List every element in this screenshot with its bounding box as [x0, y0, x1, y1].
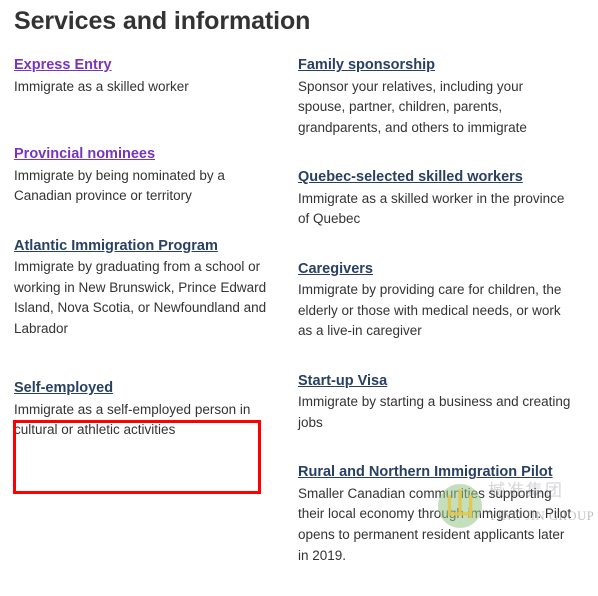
service-link[interactable]: Provincial nominees	[14, 145, 155, 165]
services-column-left: Express Entry Immigrate as a skilled work…	[0, 56, 292, 596]
service-link[interactable]: Caregivers	[298, 260, 373, 280]
service-description: Immigrate as a skilled worker in the pro…	[298, 190, 565, 227]
services-column-right: Family sponsorship Sponsor your relatives…	[292, 56, 592, 596]
page-title: Services and information	[14, 7, 311, 35]
service-link[interactable]: Express Entry	[14, 56, 112, 76]
service-item: Atlantic Immigration Program Immigrate by…	[14, 237, 292, 340]
service-description: Immigrate as a self-employed person in c…	[14, 401, 251, 438]
service-link[interactable]: Quebec-selected skilled workers	[298, 168, 523, 188]
service-description: Immigrate by being nominated by a Canadi…	[14, 167, 225, 204]
service-item: Quebec-selected skilled workers Immigrate…	[298, 168, 592, 230]
service-description: Immigrate by starting a business and cre…	[298, 394, 571, 430]
service-item: Caregivers Immigrate by providing care fo…	[298, 260, 592, 342]
service-description: Immigrate by graduating from a school or…	[14, 259, 267, 336]
service-item: Family sponsorship Sponsor your relatives…	[298, 56, 592, 138]
service-link[interactable]: Family sponsorship	[298, 56, 435, 76]
service-item: Rural and Northern Immigration Pilot Smal…	[298, 463, 592, 566]
service-link[interactable]: Self-employed	[14, 379, 113, 399]
services-columns: Express Entry Immigrate as a skilled work…	[0, 56, 598, 596]
service-description: Smaller Canadian communities supporting …	[298, 485, 572, 563]
service-item: Self-employed Immigrate as a self-employe…	[14, 379, 292, 441]
service-description: Immigrate as a skilled worker	[14, 78, 189, 94]
service-item: Express Entry Immigrate as a skilled work…	[14, 56, 292, 97]
service-item: Provincial nominees Immigrate by being no…	[14, 145, 292, 207]
service-description: Sponsor your relatives, including your s…	[298, 78, 527, 135]
service-item: Start-up Visa Immigrate by starting a bus…	[298, 372, 592, 434]
service-description: Immigrate by providing care for children…	[298, 282, 562, 339]
service-link[interactable]: Start-up Visa	[298, 372, 387, 392]
service-link[interactable]: Rural and Northern Immigration Pilot	[298, 463, 553, 483]
service-link[interactable]: Atlantic Immigration Program	[14, 237, 218, 257]
